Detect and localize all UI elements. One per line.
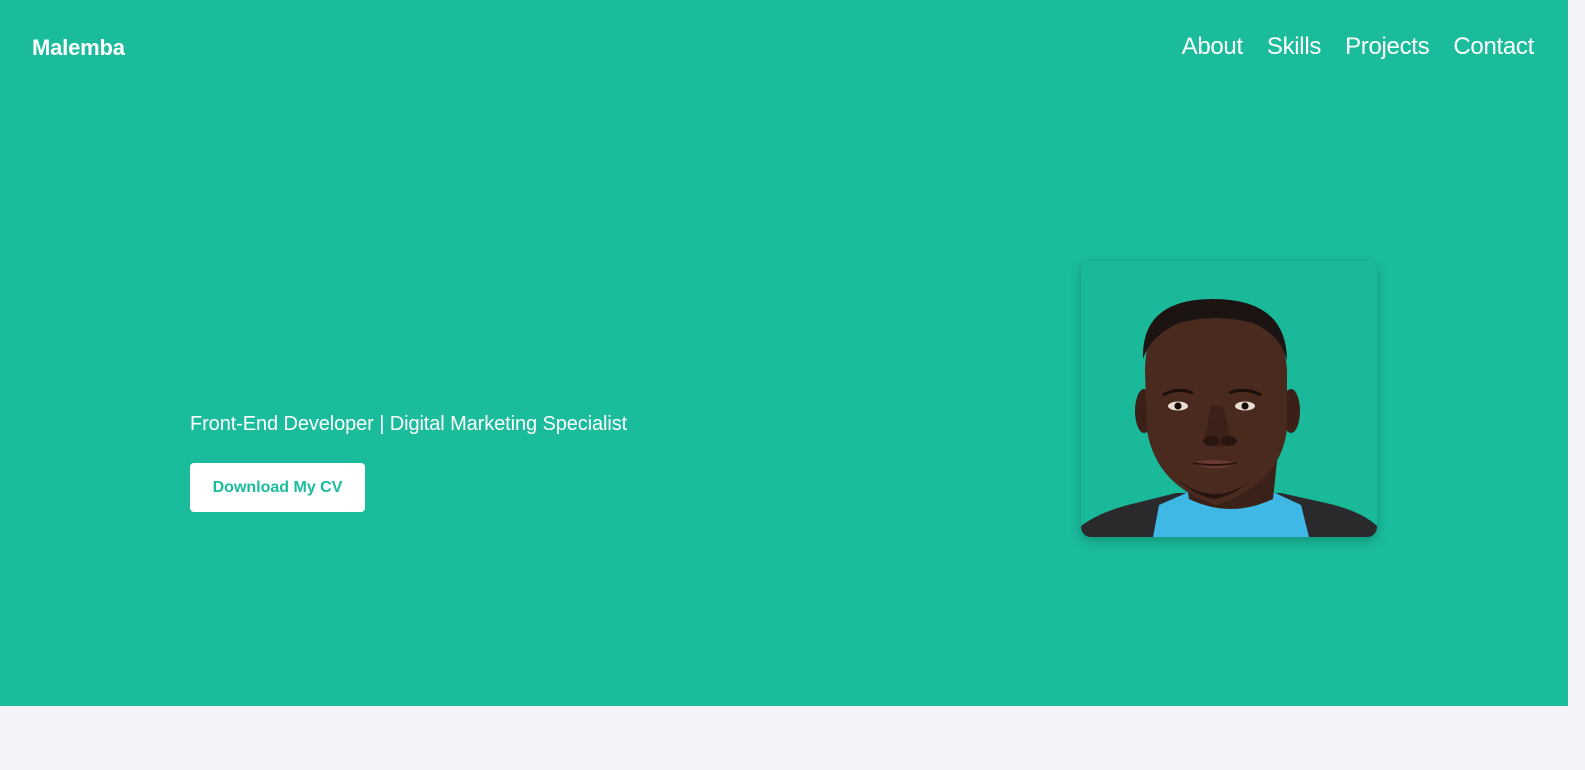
main-nav: About Skills Projects Contact <box>1182 32 1535 62</box>
nav-link-about[interactable]: About <box>1182 32 1244 62</box>
download-cv-button[interactable]: Download My CV <box>190 463 365 512</box>
nav-link-contact[interactable]: Contact <box>1453 32 1534 62</box>
brand-logo[interactable]: Malemba <box>32 34 125 62</box>
profile-photo <box>1081 261 1377 537</box>
hero-tagline: Front-End Developer | Digital Marketing … <box>190 413 628 435</box>
nav-link-projects[interactable]: Projects <box>1345 32 1430 62</box>
hero-section: Malemba About Skills Projects Contact Fr… <box>0 0 1568 706</box>
nav-link-skills[interactable]: Skills <box>1267 32 1322 62</box>
scrollbar-track[interactable] <box>1568 0 1585 770</box>
